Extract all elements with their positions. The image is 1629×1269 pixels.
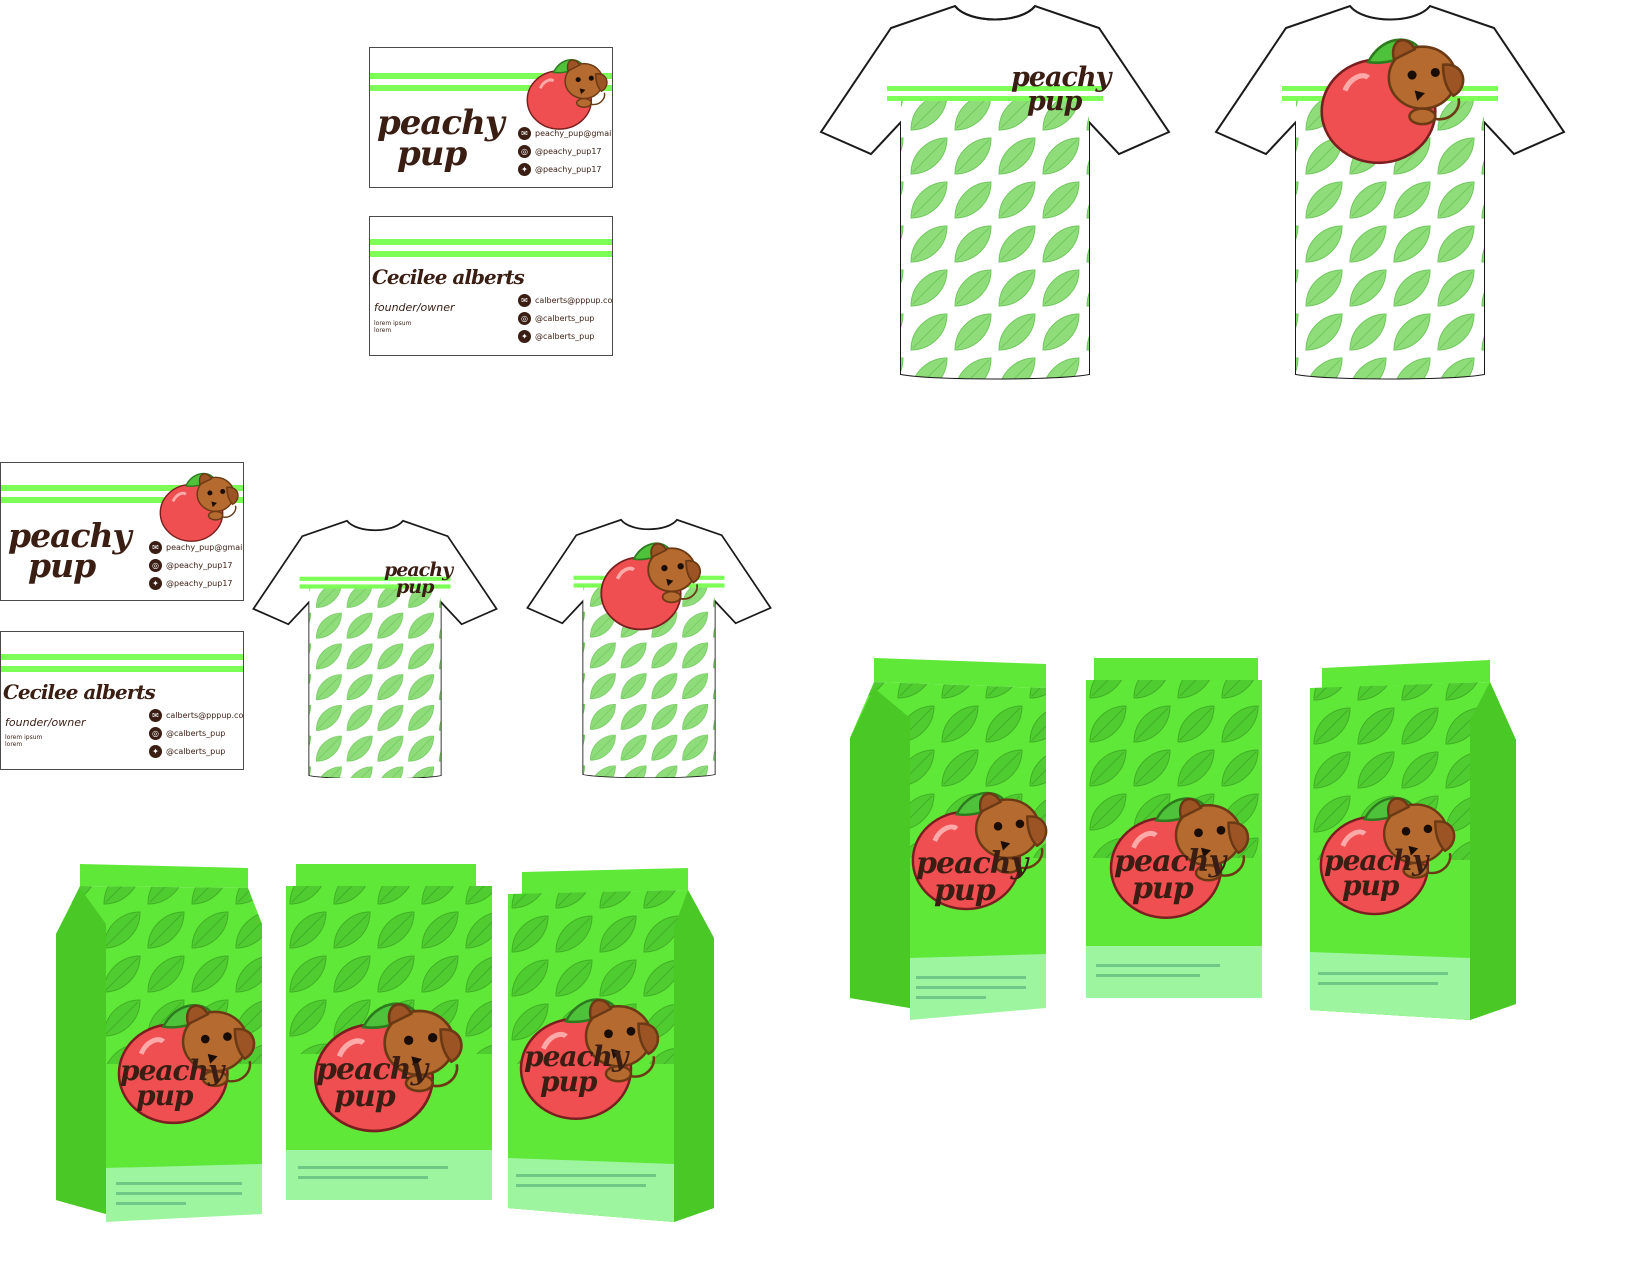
stripe xyxy=(370,239,612,245)
peachy-pup-logo xyxy=(157,466,243,544)
bag-shape xyxy=(286,864,492,1200)
food-bag-angled-left: peachy pup xyxy=(850,658,1050,1020)
food-bag-angled-left-small: peachy pup xyxy=(56,864,262,1222)
contact-twitter: ✦ @calberts_pup xyxy=(518,330,594,343)
tshirt-shape xyxy=(1214,4,1566,380)
brand-name: peachy pup xyxy=(377,103,505,174)
stripe xyxy=(1,654,243,660)
twitter-icon: ✦ xyxy=(149,745,162,758)
tshirt-shape xyxy=(819,4,1171,380)
bag-shape xyxy=(1310,660,1516,1020)
stripe xyxy=(370,251,612,257)
stripe xyxy=(1,666,243,672)
tshirt-front-small: peachy pup xyxy=(252,518,498,780)
brand-name: peachy pup xyxy=(120,1054,224,1113)
person-name: Cecilee alberts xyxy=(3,680,156,704)
tshirt-shape xyxy=(526,518,772,779)
twitter-icon: ✦ xyxy=(149,577,162,590)
brand-name: peachy pup xyxy=(1114,844,1226,906)
person-name: Cecilee alberts xyxy=(372,265,525,289)
email-icon: ✉ xyxy=(518,127,531,140)
brand-name: peachy pup xyxy=(916,846,1028,908)
contact-twitter: ✦ @calberts_pup xyxy=(149,745,225,758)
brand-name: peachy pup xyxy=(1324,844,1428,903)
person-role: founder/owner xyxy=(374,301,455,314)
instagram-icon: ◎ xyxy=(518,312,531,325)
instagram-icon: ◎ xyxy=(149,727,162,740)
contact-twitter: ✦ @peachy_pup17 xyxy=(149,577,233,590)
brand-name: peachy pup xyxy=(1011,62,1111,118)
brand-name: peachy pup xyxy=(316,1052,428,1114)
bag-shape xyxy=(56,864,262,1222)
bag-shape xyxy=(1086,658,1262,998)
twitter-icon: ✦ xyxy=(518,330,531,343)
brand-name: peachy pup xyxy=(524,1040,628,1099)
food-bag-angled-right: peachy pup xyxy=(1310,660,1516,1020)
food-bag-front: peachy pup xyxy=(1086,658,1262,998)
tshirt-shape xyxy=(252,519,498,780)
email-icon: ✉ xyxy=(149,541,162,554)
lorem-line: lorem xyxy=(5,741,23,748)
contact-email: ✉ peachy_pup@gmail.com xyxy=(518,127,612,140)
tshirt-front: peachy pup xyxy=(819,2,1171,380)
brand-name: peachy pup xyxy=(8,516,132,585)
contact-instagram: ◎ @peachy_pup17 xyxy=(149,559,233,572)
tshirt-front-logo xyxy=(1214,2,1566,380)
food-bag-angled-right-small: peachy pup xyxy=(508,868,714,1222)
contact-email: ✉ calberts@pppup.com xyxy=(149,709,243,722)
person-role: founder/owner xyxy=(5,716,86,729)
contact-email: ✉ calberts@pppup.com xyxy=(518,294,612,307)
contact-email: ✉ peachy_pup@gmail.com xyxy=(149,541,243,554)
business-card-front-small: peachy pup ✉ peachy_pup@gmail.com ◎ @pea… xyxy=(0,462,244,601)
contact-twitter: ✦ @peachy_pup17 xyxy=(518,163,602,176)
brand-name: peachy pup xyxy=(384,559,453,599)
contact-instagram: ◎ @peachy_pup17 xyxy=(518,145,602,158)
contact-instagram: ◎ @calberts_pup xyxy=(518,312,594,325)
business-card-front: peachy pup ✉ peachy_pup@gmail.com ◎ @pea… xyxy=(369,47,613,188)
bag-shape xyxy=(850,658,1050,1020)
tshirt-front-logo-small xyxy=(526,516,772,779)
twitter-icon: ✦ xyxy=(518,163,531,176)
peachy-pup-logo xyxy=(524,52,612,132)
email-icon: ✉ xyxy=(149,709,162,722)
instagram-icon: ◎ xyxy=(518,145,531,158)
lorem-line: lorem ipsum xyxy=(5,734,43,741)
business-card-back: Cecilee alberts founder/owner lorem ipsu… xyxy=(369,216,613,356)
lorem-line: lorem xyxy=(374,327,392,334)
instagram-icon: ◎ xyxy=(149,559,162,572)
food-bag-front-small: peachy pup xyxy=(286,864,492,1200)
contact-instagram: ◎ @calberts_pup xyxy=(149,727,225,740)
email-icon: ✉ xyxy=(518,294,531,307)
lorem-line: lorem ipsum xyxy=(374,320,412,327)
business-card-back-small: Cecilee alberts founder/owner lorem ipsu… xyxy=(0,631,244,770)
